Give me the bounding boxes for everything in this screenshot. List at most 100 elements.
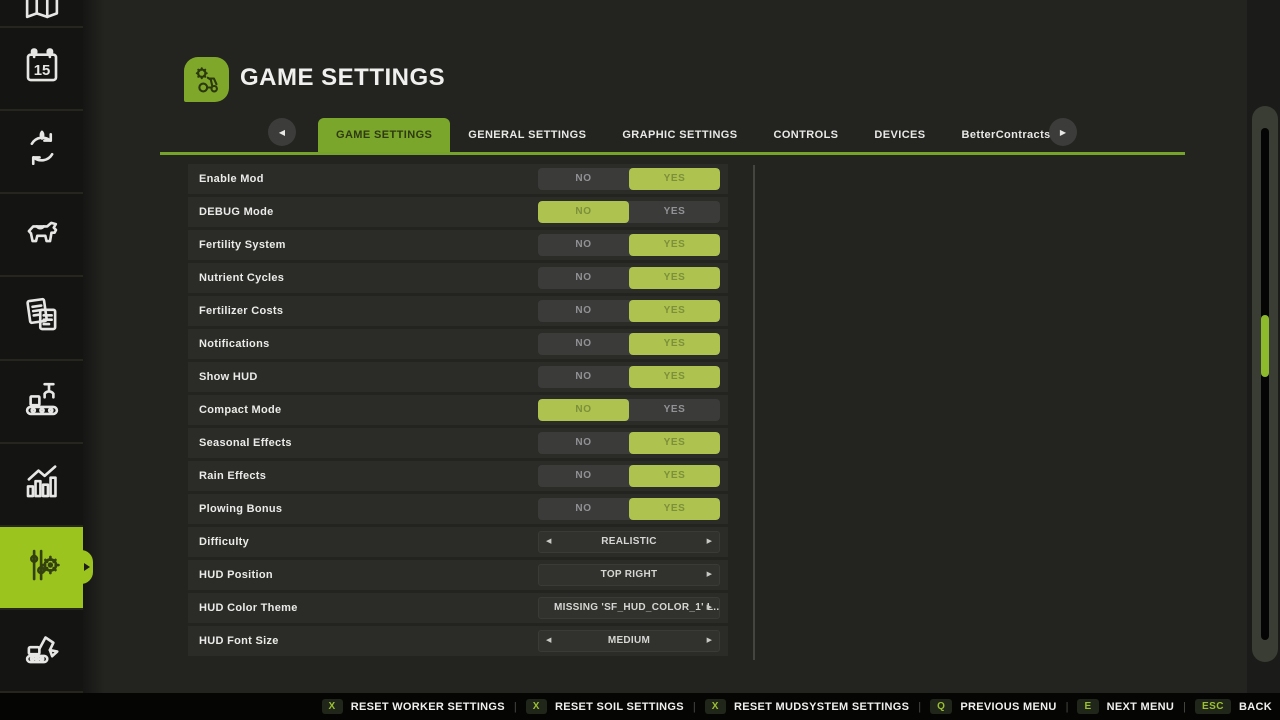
toggle-yes-button[interactable]: YES [629, 366, 720, 388]
sidebar-item-production[interactable] [0, 361, 83, 444]
action-label: RESET SOIL SETTINGS [555, 701, 684, 713]
sidebar-item-mod-settings[interactable] [0, 527, 83, 610]
keycap: E [1077, 699, 1098, 714]
selector-value: MEDIUM [539, 631, 719, 651]
tab-general-settings[interactable]: GENERAL SETTINGS [450, 118, 604, 152]
yes-no-toggle: NOYES [538, 234, 720, 256]
setting-row: Fertilizer Costs NOYES [188, 296, 728, 326]
toggle-no-button[interactable]: NO [538, 333, 629, 355]
sidebar-item-statistics[interactable] [0, 444, 83, 527]
selector-next-arrow[interactable] [707, 565, 712, 585]
setting-label: Show HUD [199, 362, 258, 392]
toggle-no-button[interactable]: NO [538, 432, 629, 454]
tab-devices[interactable]: DEVICES [856, 118, 943, 152]
tab-controls[interactable]: CONTROLS [756, 118, 857, 152]
keycap: X [526, 699, 547, 714]
footer-action-back[interactable]: ESCBACK [1195, 699, 1272, 714]
toggle-yes-button[interactable]: YES [629, 465, 720, 487]
settings-list: Enable ModNOYESDEBUG ModeNOYESFertility … [188, 164, 728, 659]
footer-action-reset-mudsystem-settings[interactable]: X RESET MUDSYSTEM SETTINGS [705, 699, 909, 714]
footer-action-next-menu[interactable]: ENEXT MENU [1077, 699, 1174, 714]
yes-no-toggle: NOYES [538, 201, 720, 223]
setting-label: Difficulty [199, 527, 249, 557]
scrollbar-track[interactable] [1261, 128, 1269, 640]
footer-separator: | [918, 701, 921, 713]
toggle-no-button[interactable]: NO [538, 366, 629, 388]
option-selector[interactable]: REALISTIC [538, 531, 720, 553]
toggle-no-button[interactable]: NO [538, 234, 629, 256]
sidebar: 15 [0, 0, 83, 693]
toggle-no-button[interactable]: NO [538, 498, 629, 520]
yes-no-toggle: NOYES [538, 432, 720, 454]
yes-no-toggle: NOYES [538, 498, 720, 520]
yes-no-toggle: NOYES [538, 267, 720, 289]
selector-prev-arrow[interactable] [546, 532, 551, 552]
sidebar-item-map[interactable] [0, 0, 83, 28]
sidebar-item-crop-rotation[interactable] [0, 111, 83, 194]
toggle-yes-button[interactable]: YES [629, 267, 720, 289]
page-title: GAME SETTINGS [240, 64, 445, 92]
selector-prev-arrow[interactable] [546, 631, 551, 651]
setting-label: Fertilizer Costs [199, 296, 283, 326]
yes-no-toggle: NOYES [538, 333, 720, 355]
contracts-icon [21, 294, 63, 341]
sidebar-item-contracts[interactable] [0, 277, 83, 360]
animals-icon [21, 211, 63, 258]
action-label: RESET MUDSYSTEM SETTINGS [734, 701, 909, 713]
footer-separator: | [514, 701, 517, 713]
scrollbar-thumb[interactable] [1261, 315, 1269, 377]
keycap: ESC [1195, 699, 1231, 714]
toggle-yes-button[interactable]: YES [629, 333, 720, 355]
option-selector[interactable]: TOP RIGHT [538, 564, 720, 586]
toggle-no-button[interactable]: NO [538, 168, 629, 190]
toggle-yes-button[interactable]: YES [629, 399, 720, 421]
toggle-yes-button[interactable]: YES [629, 234, 720, 256]
setting-row: Rain EffectsNOYES [188, 461, 728, 491]
selector-next-arrow[interactable] [707, 532, 712, 552]
footer-separator: | [1066, 701, 1069, 713]
setting-label: Notifications [199, 329, 270, 359]
selector-value: TOP RIGHT [539, 565, 719, 585]
yes-no-toggle: NOYES [538, 168, 720, 190]
toggle-no-button[interactable]: NO [538, 300, 629, 322]
tab-underline [160, 152, 1185, 155]
setting-row: HUD Font SizeMEDIUM [188, 626, 728, 656]
tab-graphic-settings[interactable]: GRAPHIC SETTINGS [604, 118, 755, 152]
yes-no-toggle: NOYES [538, 300, 720, 322]
setting-row: Nutrient CyclesNOYES [188, 263, 728, 293]
selector-value: REALISTIC [539, 532, 719, 552]
footer-action-reset-soil-settings[interactable]: X RESET SOIL SETTINGS [526, 699, 684, 714]
selector-next-arrow[interactable] [707, 631, 712, 651]
footer-action-reset-worker-settings[interactable]: XRESET WORKER SETTINGS [322, 699, 505, 714]
setting-label: Fertility System [199, 230, 286, 260]
toggle-yes-button[interactable]: YES [629, 168, 720, 190]
keycap: Q [930, 699, 952, 714]
toggle-no-button[interactable]: NO [538, 465, 629, 487]
crop-rotation-icon [21, 128, 63, 175]
tabs-next-button[interactable] [1049, 118, 1077, 146]
sidebar-item-animals[interactable] [0, 194, 83, 277]
setting-row: Seasonal EffectsNOYES [188, 428, 728, 458]
toggle-yes-button[interactable]: YES [629, 300, 720, 322]
yes-no-toggle: NOYES [538, 399, 720, 421]
option-selector[interactable]: MISSING 'SF_HUD_COLOR_1' L.. [538, 597, 720, 619]
tab-bar: GAME SETTINGSGENERAL SETTINGSGRAPHIC SET… [160, 118, 1185, 152]
setting-row: Fertility System NOYES [188, 230, 728, 260]
footer-action-previous-menu[interactable]: QPREVIOUS MENU [930, 699, 1056, 714]
selector-next-arrow[interactable] [707, 598, 712, 618]
keycap: X [705, 699, 726, 714]
toggle-yes-button[interactable]: YES [629, 498, 720, 520]
construction-icon [21, 627, 63, 674]
toggle-yes-button[interactable]: YES [629, 432, 720, 454]
toggle-no-button[interactable]: NO [538, 399, 629, 421]
sidebar-item-construction[interactable] [0, 610, 83, 693]
setting-row: Notifications NOYES [188, 329, 728, 359]
page-scrollbar[interactable] [1252, 106, 1278, 662]
toggle-yes-button[interactable]: YES [629, 201, 720, 223]
tab-game-settings[interactable]: GAME SETTINGS [318, 118, 450, 152]
sidebar-item-calendar[interactable]: 15 [0, 28, 83, 111]
toggle-no-button[interactable]: NO [538, 267, 629, 289]
option-selector[interactable]: MEDIUM [538, 630, 720, 652]
toggle-no-button[interactable]: NO [538, 201, 629, 223]
list-scrollbar[interactable] [753, 165, 755, 660]
